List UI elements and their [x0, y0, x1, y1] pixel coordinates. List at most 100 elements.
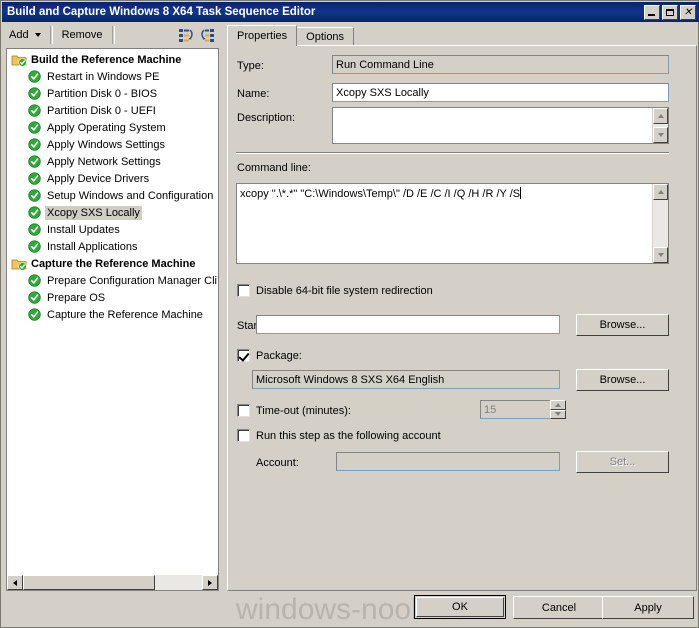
start-in-browse-label: Browse...: [599, 319, 646, 331]
tree-group-capture[interactable]: Capture the Reference Machine: [11, 255, 218, 272]
command-line-scrollbar[interactable]: [652, 184, 668, 263]
arrow-down-icon: [657, 133, 664, 137]
tree-step-setup-windows-and-configuration[interactable]: Setup Windows and Configuration: [11, 187, 218, 204]
start-in-browse-button[interactable]: Browse...: [576, 314, 669, 336]
ok-button[interactable]: OK: [414, 595, 506, 619]
tree-step-restart-windows-pe[interactable]: Restart in Windows PE: [11, 68, 218, 85]
green-check-icon: [27, 307, 43, 323]
run-as-checkbox-row[interactable]: Run this step as the following account: [237, 429, 441, 442]
tree-step-apply-network-settings[interactable]: Apply Network Settings: [11, 153, 218, 170]
cancel-button[interactable]: Cancel: [513, 596, 605, 619]
remove-button[interactable]: Remove: [56, 26, 109, 44]
scroll-right-button[interactable]: [202, 575, 218, 590]
tree-group-build[interactable]: Build the Reference Machine: [11, 51, 218, 68]
description-scroll-up-button[interactable]: [653, 108, 668, 124]
package-browse-label: Browse...: [599, 374, 646, 386]
tree-step-prepare-configuration-manager-client[interactable]: Prepare Configuration Manager Cli: [11, 272, 218, 289]
add-button-label: Add: [9, 29, 29, 41]
disable-redirection-checkbox[interactable]: [237, 284, 250, 297]
arrow-up-icon: [657, 114, 664, 118]
task-sequence-tree[interactable]: Build the Reference Machine Restart in W…: [6, 48, 219, 591]
tree-step-partition-disk-bios[interactable]: Partition Disk 0 - BIOS: [11, 85, 218, 102]
green-check-icon: [27, 103, 43, 119]
package-browse-button[interactable]: Browse...: [576, 369, 669, 391]
tree-step-partition-disk-uefi[interactable]: Partition Disk 0 - UEFI: [11, 102, 218, 119]
tree-item-label: Prepare OS: [47, 291, 106, 304]
tree-item-label: Setup Windows and Configuration: [47, 189, 214, 202]
tree-step-prepare-os[interactable]: Prepare OS: [11, 289, 218, 306]
tree-item-label: Install Applications: [47, 240, 138, 253]
start-in-input[interactable]: [256, 315, 560, 334]
minimize-button[interactable]: [644, 4, 660, 20]
timeout-input[interactable]: 15: [480, 400, 551, 419]
maximize-icon: [666, 8, 674, 16]
tree-item-label: Apply Device Drivers: [47, 172, 150, 185]
run-as-label: Run this step as the following account: [256, 429, 441, 442]
text-cursor: [520, 187, 522, 199]
green-check-icon: [27, 69, 43, 85]
tab-properties[interactable]: Properties: [227, 25, 298, 46]
green-check-icon: [27, 273, 43, 289]
run-as-checkbox[interactable]: [237, 429, 250, 442]
scrollbar-track[interactable]: [23, 575, 202, 590]
minimize-icon: [648, 13, 655, 16]
scrollbar-thumb[interactable]: [23, 575, 156, 590]
tree-step-apply-operating-system[interactable]: Apply Operating System: [11, 119, 218, 136]
tree-list: Build the Reference Machine Restart in W…: [7, 49, 218, 323]
expand-all-icon[interactable]: [199, 26, 217, 44]
apply-button[interactable]: Apply: [602, 596, 694, 619]
tree-step-apply-device-drivers[interactable]: Apply Device Drivers: [11, 170, 218, 187]
close-icon: ✕: [683, 6, 693, 18]
tree-step-apply-windows-settings[interactable]: Apply Windows Settings: [11, 136, 218, 153]
tree-toolbar: Add Remove: [3, 23, 219, 47]
collapse-all-icon[interactable]: [177, 26, 195, 44]
arrow-left-icon: [13, 579, 17, 586]
maximize-button[interactable]: [662, 4, 678, 20]
title-bar: Build and Capture Windows 8 X64 Task Seq…: [2, 2, 699, 22]
command-line-scroll-up-button[interactable]: [653, 184, 668, 200]
ok-button-label: OK: [416, 597, 504, 617]
tab-options[interactable]: Options: [296, 27, 355, 46]
description-scroll-down-button[interactable]: [653, 127, 668, 143]
close-button[interactable]: ✕: [680, 4, 696, 20]
command-line-value: xcopy ".\*.*" "C:\Windows\Temp\" /D /E /…: [240, 187, 522, 200]
arrow-down-icon: [555, 412, 561, 417]
command-line-scroll-down-button[interactable]: [653, 247, 668, 263]
toolbar-separator-2: [111, 26, 115, 44]
arrow-down-icon: [657, 253, 664, 257]
tree-item-label: Apply Network Settings: [47, 155, 161, 168]
timeout-checkbox-row[interactable]: Time-out (minutes):: [237, 404, 351, 417]
timeout-decrement-button[interactable]: [550, 409, 566, 419]
package-value: Microsoft Windows 8 SXS X64 English: [252, 370, 560, 389]
timeout-label: Time-out (minutes):: [256, 404, 351, 417]
timeout-checkbox[interactable]: [237, 404, 250, 417]
cancel-button-label: Cancel: [541, 601, 577, 614]
tree-step-capture-the-reference-machine[interactable]: Capture the Reference Machine: [11, 306, 218, 323]
green-check-icon: [27, 239, 43, 255]
package-checkbox-row[interactable]: Package:: [237, 349, 302, 362]
remove-button-label: Remove: [61, 29, 103, 41]
tree-step-xcopy-sxs-locally[interactable]: Xcopy SXS Locally: [11, 204, 218, 221]
tree-step-install-updates[interactable]: Install Updates: [11, 221, 218, 238]
package-label: Package:: [256, 349, 302, 362]
tree-item-label: Capture the Reference Machine: [31, 257, 196, 270]
timeout-spinner[interactable]: [550, 400, 566, 419]
separator-1: [236, 152, 669, 154]
scroll-left-button[interactable]: [7, 575, 23, 590]
timeout-increment-button[interactable]: [550, 400, 566, 410]
folder-icon: [11, 256, 27, 272]
name-input[interactable]: Xcopy SXS Locally: [332, 83, 669, 102]
green-check-icon: [27, 171, 43, 187]
disable-redirection-checkbox-row[interactable]: Disable 64-bit file system redirection: [237, 284, 433, 297]
green-check-icon: [27, 290, 43, 306]
command-line-input[interactable]: xcopy ".\*.*" "C:\Windows\Temp\" /D /E /…: [236, 183, 669, 264]
tree-item-label: Build the Reference Machine: [31, 53, 182, 66]
description-input[interactable]: [332, 107, 669, 144]
add-button[interactable]: Add: [3, 26, 47, 44]
apply-button-label: Apply: [634, 601, 662, 614]
tree-horizontal-scrollbar[interactable]: [6, 575, 219, 591]
package-checkbox[interactable]: [237, 349, 250, 362]
tree-step-install-applications[interactable]: Install Applications: [11, 238, 218, 255]
description-scrollbar[interactable]: [652, 108, 668, 143]
tree-item-label: Capture the Reference Machine: [47, 308, 203, 321]
